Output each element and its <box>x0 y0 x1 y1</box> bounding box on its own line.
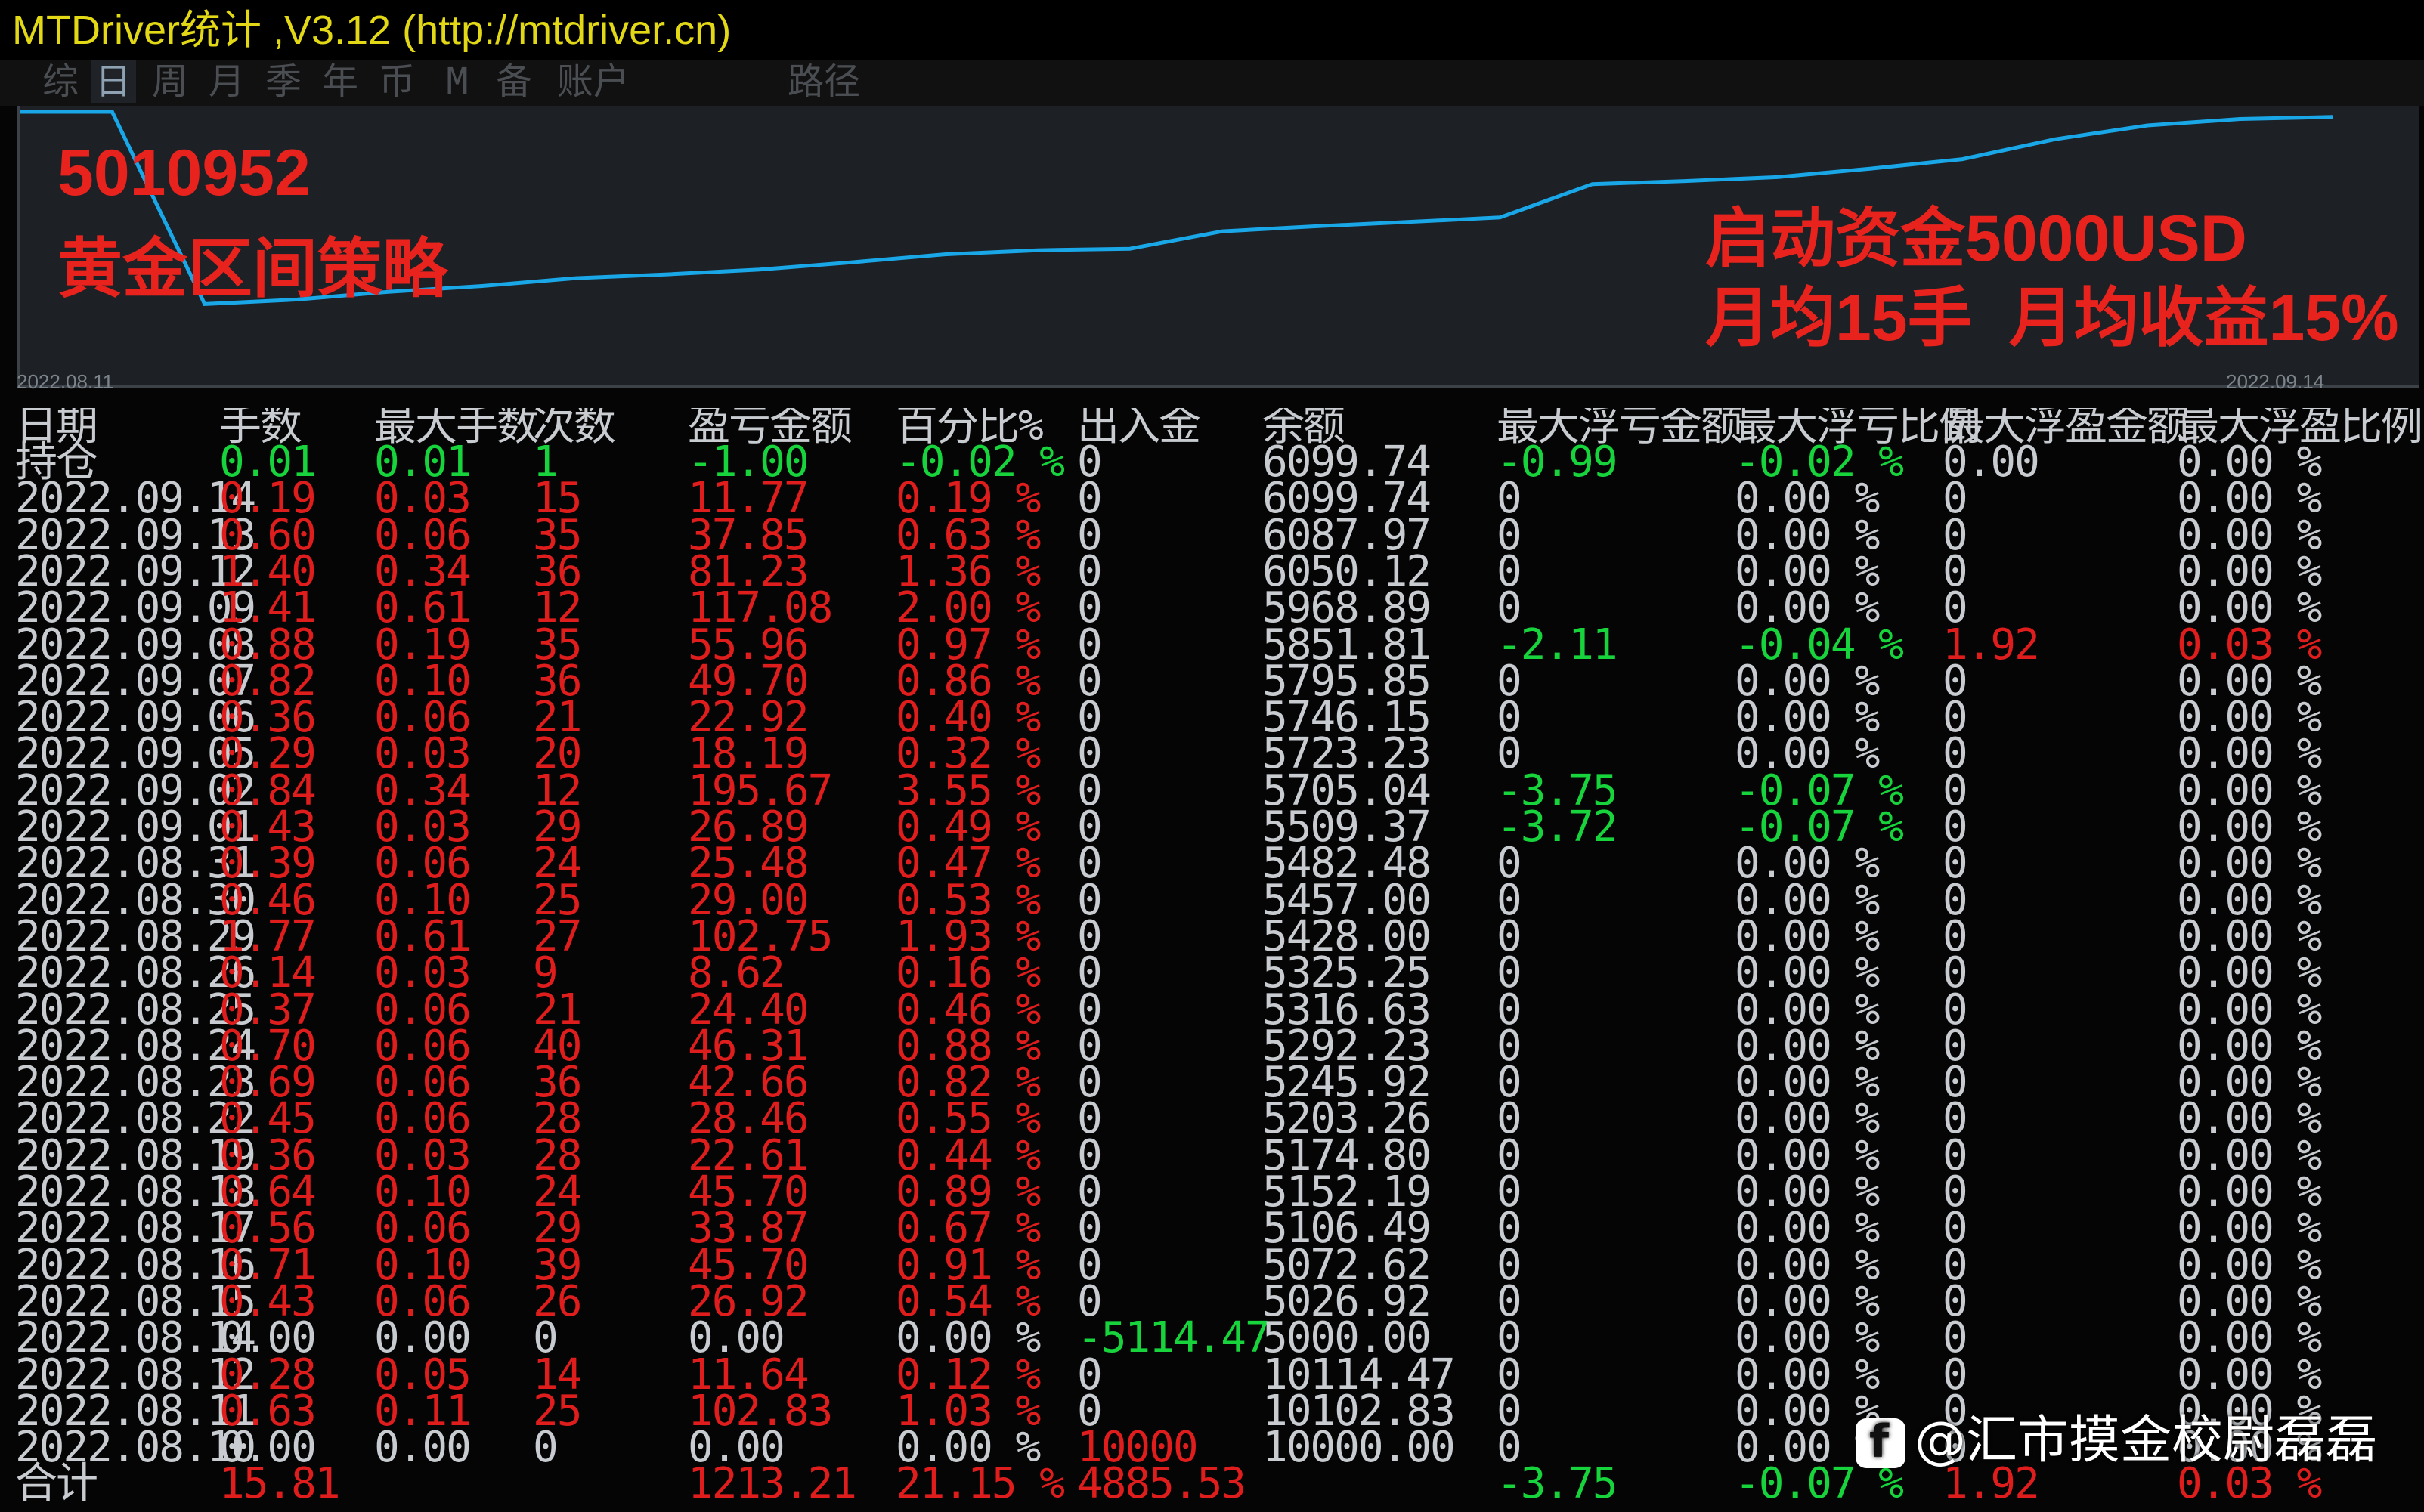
equity-point-22 <box>2054 138 2056 141</box>
table-row[interactable]: 2022.08.17 0.56 0.06 29 33.87 0.67 % 0 5106.49 0… <box>0 1207 2424 1250</box>
table-row[interactable]: 2022.08.12 0.28 0.05 14 11.64 0.12 % 0 10114.47… <box>0 1353 2424 1396</box>
table-row[interactable]: 2022.08.30 0.46 0.10 25 29.00 0.53 % 0 5457.00 0… <box>0 879 2424 921</box>
total-cell: 1213.21 <box>688 1459 857 1509</box>
equity-point-15 <box>1407 221 1408 223</box>
equity-point-13 <box>1221 230 1224 233</box>
watermark: f @汇市摸金校尉磊磊 <box>1856 1398 2377 1473</box>
tab-bar: 综日周月季年币 M 备账户 路径 <box>0 60 2424 106</box>
total-cell: 合计 <box>15 1459 98 1509</box>
monthly-note: 月均15手 月均收益15% <box>1705 282 2399 354</box>
brand-icon: f <box>1856 1415 1905 1469</box>
table-row[interactable]: 2022.09.07 0.82 0.10 36 49.70 0.86 % 0 5795.85 0… <box>0 660 2424 702</box>
equity-chart-panel: 5010952 黄金区间策略 启动资金5000USD 月均15手 月均收益15% <box>17 106 2419 388</box>
equity-point-19 <box>1776 176 1779 178</box>
tab-7[interactable]: M <box>435 60 480 103</box>
tab-8[interactable]: 备 <box>491 60 537 103</box>
tab-9[interactable]: 账户 <box>552 60 635 103</box>
window-title: MTDriver统计 ,V3.12 (http://mtdriver.cn) <box>0 0 2424 60</box>
tab-5[interactable]: 年 <box>317 60 363 103</box>
equity-point-7 <box>666 274 668 276</box>
watermark-text: @汇市摸金校尉磊磊 <box>1915 1411 2378 1470</box>
equity-point-8 <box>759 268 761 271</box>
equity-point-6 <box>574 277 576 280</box>
equity-point-9 <box>851 261 853 264</box>
table-row[interactable]: 2022.09.05 0.29 0.03 20 18.19 0.32 % 0 5723.23 0… <box>0 733 2424 775</box>
table-row[interactable]: 2022.08.24 0.70 0.06 40 46.31 0.88 % 0 5292.23 0… <box>0 1025 2424 1067</box>
table-row[interactable]: 2022.08.26 0.14 0.03 9 8.62 0.16 % 0 5325.25 0 0.… <box>0 952 2424 994</box>
table-row[interactable]: 2022.09.12 1.40 0.34 36 81.23 1.36 % 0 6050.12 0… <box>0 550 2424 592</box>
equity-point-1 <box>111 111 113 113</box>
tab-6[interactable]: 币 <box>374 60 419 103</box>
equity-point-14 <box>1314 225 1316 227</box>
table-row[interactable]: 持仓 0.01 0.01 1 -1.00 -0.02 % 0 6099.74 -0.99 -0.0… <box>0 441 2424 484</box>
table-row[interactable]: 2022.08.31 0.39 0.06 24 25.48 0.47 % 0 5482.48 0… <box>0 843 2424 885</box>
table-row[interactable]: 2022.09.08 0.88 0.19 35 55.96 0.97 % 0 5851.81-… <box>0 623 2424 666</box>
table-header: 日期 手数 最大手数 次数 盈亏金额 百分比% 出入金 余额 最大浮亏金额 最大浮亏比例 最大浮盈金… <box>0 408 2424 447</box>
table-row[interactable]: 2022.08.29 1.77 0.61 27 102.75 1.93 % 0 5428.00… <box>0 915 2424 957</box>
tab-3[interactable]: 月 <box>204 60 249 103</box>
table-row[interactable]: 2022.08.22 0.45 0.06 28 28.46 0.55 % 0 5203.26 0… <box>0 1098 2424 1140</box>
equity-point-18 <box>1684 180 1686 182</box>
table-row[interactable]: 2022.08.23 0.69 0.06 36 42.66 0.82 % 0 5245.92 0… <box>0 1062 2424 1104</box>
table-row[interactable]: 2022.09.06 0.36 0.06 21 22.92 0.40 % 0 5746.15 0… <box>0 697 2424 739</box>
equity-point-23 <box>2147 124 2149 126</box>
table-row[interactable]: 2022.08.14 0.00 0.00 0 0.00 0.00 % -5114.47 500… <box>0 1313 2424 1363</box>
table-cell: 0 <box>533 1423 559 1473</box>
table-row[interactable]: 2022.09.01 0.43 0.03 29 26.89 0.49 % 0 5509.37-… <box>0 806 2424 849</box>
equity-point-12 <box>1128 248 1131 250</box>
strategy-name: 黄金区间策略 <box>57 233 447 305</box>
chart-start-date: 2022.08.11 <box>17 370 114 393</box>
table-row[interactable]: 2022.09.09 1.41 0.61 12 117.08 2.00 % 0 5968.89… <box>0 587 2424 629</box>
table-row[interactable]: 2022.09.13 0.60 0.06 35 37.85 0.63 % 0 6087.97 0… <box>0 514 2424 556</box>
table-row[interactable]: 2022.08.19 0.36 0.03 28 22.61 0.44 % 0 5174.80 0… <box>0 1134 2424 1177</box>
total-cell: 21.15 % <box>896 1459 1065 1509</box>
equity-point-10 <box>944 253 946 255</box>
tab-0[interactable]: 综 <box>38 60 83 103</box>
equity-point-16 <box>1499 216 1501 218</box>
total-cell: 4885.53 <box>1077 1459 1246 1509</box>
tab-10[interactable]: 路径 <box>779 60 869 103</box>
equity-point-5 <box>481 285 483 287</box>
account-number: 5010952 <box>57 137 311 209</box>
tab-1[interactable]: 日 <box>91 60 136 103</box>
table-cell: -5114.47 <box>1077 1313 1271 1363</box>
equity-point-25 <box>2332 116 2333 118</box>
total-cell: -3.75 <box>1497 1459 1618 1509</box>
chart-end-date: 2022.09.14 <box>2226 370 2325 393</box>
tab-2[interactable]: 周 <box>147 60 193 103</box>
table-cell: 10000.00 <box>1262 1423 1456 1473</box>
equity-point-11 <box>1036 249 1039 252</box>
table-row[interactable]: 2022.09.02 0.84 0.34 12 195.67 3.55 % 0 5705.04… <box>0 769 2424 812</box>
equity-point-21 <box>1961 158 1964 160</box>
equity-point-20 <box>1869 168 1871 170</box>
table-cell: 0.00 <box>374 1423 472 1473</box>
total-cell: 15.81 <box>219 1459 341 1509</box>
tab-4[interactable]: 季 <box>261 60 306 103</box>
table-row[interactable]: 2022.09.14 0.19 0.03 15 11.77 0.19 % 0 6099.74 0… <box>0 478 2424 520</box>
daily-stats-table: 日期 手数 最大手数 次数 盈亏金额 百分比% 出入金 余额 最大浮亏金额 最大浮亏比例 最大浮盈金… <box>0 408 2424 1512</box>
equity-point-24 <box>2239 118 2241 120</box>
table-row[interactable]: 2022.08.25 0.37 0.06 21 24.40 0.46 % 0 5316.63 0… <box>0 988 2424 1031</box>
table-row[interactable]: 2022.08.16 0.71 0.10 39 45.70 0.91 % 0 5072.62 0… <box>0 1244 2424 1286</box>
table-row[interactable]: 2022.08.18 0.64 0.10 24 45.70 0.89 % 0 5152.19 0… <box>0 1171 2424 1214</box>
equity-point-17 <box>1591 183 1593 185</box>
